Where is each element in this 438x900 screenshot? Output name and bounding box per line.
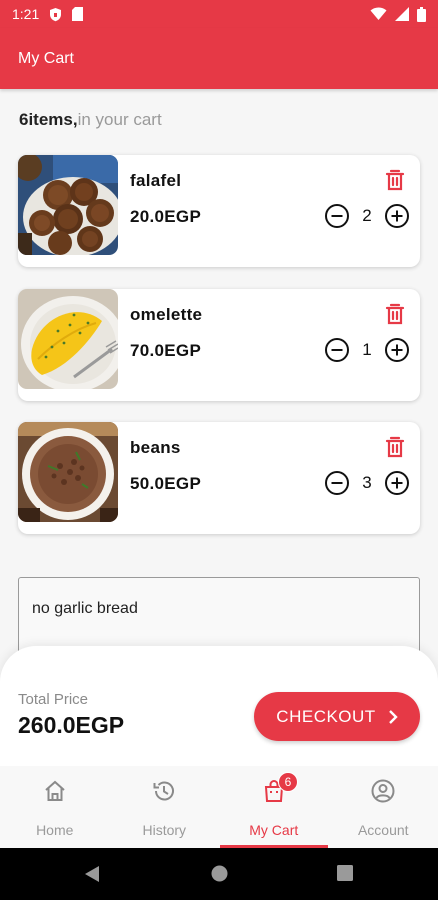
sd-card-icon [72, 7, 84, 21]
plus-icon[interactable] [384, 337, 410, 363]
plus-icon[interactable] [384, 470, 410, 496]
omelette-photo [18, 289, 118, 389]
home-icon [45, 780, 65, 801]
checkout-button[interactable]: CHECKOUT [254, 692, 420, 741]
quantity-value: 1 [362, 340, 372, 359]
nav-item-history[interactable]: History [110, 766, 220, 848]
cart-item-card: omelette 70.0EGP 1 [18, 289, 420, 401]
quantity-stepper: 3 [324, 470, 410, 496]
cart-badge: 6 [278, 772, 298, 792]
minus-icon[interactable] [324, 337, 350, 363]
checkout-button-label: CHECKOUT [276, 706, 376, 726]
cart-item-card: beans 50.0EGP 3 [18, 422, 420, 534]
total-price-label: Total Price [18, 691, 89, 708]
wifi-icon [370, 7, 387, 20]
minus-icon[interactable] [324, 470, 350, 496]
cart-item-card: falafel 20.0EGP 2 [18, 155, 420, 267]
account-icon [371, 779, 395, 803]
cart-summary: 6items,in your cart [19, 110, 162, 130]
quantity-stepper: 1 [324, 337, 410, 363]
battery-icon [417, 6, 426, 22]
nav-item-home[interactable]: Home [0, 766, 110, 848]
delete-icon[interactable] [382, 167, 408, 193]
beans-photo [18, 422, 118, 522]
quantity-value: 3 [362, 473, 372, 492]
item-price: 70.0EGP [130, 341, 202, 360]
recents-icon[interactable] [337, 865, 353, 881]
delete-icon[interactable] [382, 301, 408, 327]
nav-label: History [142, 822, 187, 838]
quantity-value: 2 [362, 206, 372, 225]
back-icon[interactable] [84, 865, 100, 883]
nav-label: Account [357, 822, 409, 838]
shield-icon [50, 7, 62, 21]
quantity-stepper: 2 [324, 203, 410, 229]
falafel-photo [18, 155, 118, 255]
item-name: falafel [130, 171, 182, 190]
order-note-field[interactable]: no garlic bread [18, 577, 420, 657]
cart-item-count: 6items, [19, 110, 78, 129]
total-price-value: 260.0EGP [18, 712, 125, 738]
bottom-navigation: Home History 6 My Cart Account [0, 766, 438, 848]
nav-label: My Cart [249, 822, 299, 838]
minus-icon[interactable] [324, 203, 350, 229]
app-bar: My Cart [0, 28, 438, 89]
signal-icon [395, 7, 409, 21]
status-bar: 1:21 [0, 0, 438, 28]
item-price: 50.0EGP [130, 474, 202, 493]
chevron-right-icon [388, 709, 398, 724]
status-time: 1:21 [12, 6, 40, 22]
nav-item-my-cart[interactable]: 6 My Cart [219, 766, 329, 848]
order-note-value: no garlic bread [32, 600, 138, 617]
page-title: My Cart [18, 49, 74, 67]
nav-item-account[interactable]: Account [329, 766, 438, 848]
system-navigation-bar [0, 848, 438, 900]
nav-label: Home [36, 822, 74, 838]
item-name: omelette [130, 305, 203, 324]
item-price: 20.0EGP [130, 207, 202, 226]
cart-subtitle: in your cart [77, 110, 162, 129]
checkout-panel: Total Price 260.0EGP CHECKOUT [0, 646, 438, 766]
home-button-icon[interactable] [211, 865, 228, 882]
plus-icon[interactable] [384, 203, 410, 229]
item-name: beans [130, 438, 181, 457]
history-icon [153, 781, 175, 801]
delete-icon[interactable] [382, 434, 408, 460]
